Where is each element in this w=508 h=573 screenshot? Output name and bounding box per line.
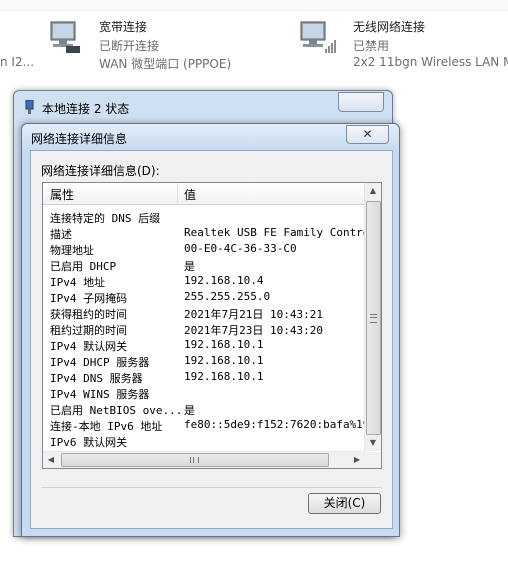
property-cell: 连接特定的 DNS 后缀: [50, 212, 161, 225]
connection-status: 已断开连接: [99, 39, 160, 53]
property-cell: IPv4 DNS 服务器: [50, 372, 143, 385]
value-cell: 2021年7月21日 10:43:21: [184, 308, 323, 321]
value-cell: 192.168.10.4: [184, 274, 264, 287]
column-header-value[interactable]: 值: [184, 186, 196, 203]
property-cell: IPv4 默认网关: [50, 340, 128, 353]
property-cell: IPv4 DHCP 服务器: [50, 356, 150, 369]
column-header-property[interactable]: 属性: [50, 186, 74, 203]
details-list[interactable]: 属性 值 连接特定的 DNS 后缀 描述 Realtek USB FE Family…: [42, 182, 382, 469]
value-cell: 是: [184, 260, 195, 273]
dialog-body: 网络连接详细信息(D): 属性 值 连接特定的 DNS 后缀 描述 Realtek …: [30, 150, 393, 529]
wireless-network-pc-icon: [300, 21, 336, 53]
close-button[interactable]: 关闭(C): [308, 493, 381, 514]
connection-device: 2x2 11bgn Wireless LAN M: [353, 55, 508, 69]
table-row[interactable]: IPv4 默认网关 192.168.10.1: [43, 337, 365, 353]
scrollbar-corner: [365, 452, 381, 468]
value-cell: 00-E0-4C-36-33-C0: [184, 242, 297, 255]
property-cell: 已启用 DHCP: [50, 260, 117, 273]
scroll-thumb[interactable]: [366, 201, 381, 435]
value-cell: fe80::5de9:f152:7620:bafa%19: [184, 418, 365, 431]
table-row[interactable]: 已启用 NetBIOS ove... 是: [43, 401, 365, 417]
dialog-title: 网络连接详细信息: [31, 132, 128, 146]
divider: [41, 487, 381, 488]
table-row[interactable]: 已启用 DHCP 是: [43, 257, 365, 273]
table-row[interactable]: IPv4 地址 192.168.10.4: [43, 273, 365, 289]
grip-icon: [370, 314, 377, 323]
details-list-label: 网络连接详细信息(D):: [41, 164, 160, 178]
title-bar: 网络连接详细信息: [22, 124, 399, 150]
table-row[interactable]: 连接-本地 IPv6 地址 fe80::5de9:f152:7620:bafa%1…: [43, 417, 365, 433]
value-cell: 是: [184, 404, 195, 417]
network-adapter-icon: [25, 100, 34, 114]
table-row[interactable]: 物理地址 00-E0-4C-36-33-C0: [43, 241, 365, 257]
close-icon[interactable]: ✕: [346, 125, 389, 144]
property-cell: IPv4 地址: [50, 276, 106, 289]
table-row[interactable]: IPv4 WINS 服务器: [43, 385, 365, 401]
connection-name: 宽带连接: [99, 20, 148, 34]
value-cell: 192.168.10.1: [184, 354, 264, 367]
scroll-down-arrow-icon[interactable]: ▼: [365, 435, 381, 451]
wired-network-pc-icon: [50, 21, 80, 53]
connection-status: 已禁用: [353, 39, 390, 53]
vertical-scrollbar[interactable]: ▲ ▼: [364, 183, 381, 451]
scroll-thumb[interactable]: [61, 453, 329, 467]
property-cell: IPv6 默认网关: [50, 436, 128, 449]
connection-device: WAN 微型端口 (PPPOE): [99, 57, 232, 71]
value-cell: 192.168.10.1: [184, 370, 264, 383]
property-cell: IPv4 WINS 服务器: [50, 388, 150, 401]
connection-wireless[interactable]: 无线网络连接 已禁用 2x2 11bgn Wireless LAN M: [298, 16, 508, 76]
property-cell: 物理地址: [50, 244, 94, 257]
value-cell: 255.255.255.0: [184, 290, 271, 303]
table-row[interactable]: 描述 Realtek USB FE Family Controll: [43, 225, 365, 241]
property-cell: 获得租约的时间: [50, 308, 127, 321]
grip-icon: [190, 457, 199, 463]
property-cell: 连接-本地 IPv6 地址: [50, 420, 163, 433]
property-cell: 租约过期的时间: [50, 324, 127, 337]
close-button[interactable]: [338, 92, 384, 112]
connection-name: 无线网络连接: [353, 20, 426, 34]
dialog-title: 本地连接 2 状态: [42, 102, 130, 116]
table-row[interactable]: 租约过期的时间 2021年7月23日 10:43:20: [43, 321, 365, 337]
scroll-left-arrow-icon[interactable]: ◀: [43, 452, 59, 468]
list-header: 属性 值: [43, 183, 365, 205]
scroll-right-arrow-icon[interactable]: ▶: [349, 452, 365, 468]
value-cell: Realtek USB FE Family Controll: [184, 226, 365, 239]
table-row[interactable]: IPv6 默认网关: [43, 433, 365, 449]
property-cell: 已启用 NetBIOS ove...: [50, 404, 180, 417]
column-divider[interactable]: [177, 183, 178, 204]
horizontal-scrollbar[interactable]: ◀ ▶: [43, 451, 365, 468]
table-row[interactable]: 获得租约的时间 2021年7月21日 10:43:21: [43, 305, 365, 321]
value-cell: 192.168.10.1: [184, 338, 264, 351]
table-row[interactable]: IPv4 DNS 服务器 192.168.10.1: [43, 369, 365, 385]
table-row[interactable]: 连接特定的 DNS 后缀: [43, 209, 365, 225]
property-cell: IPv4 子网掩码: [50, 292, 128, 305]
property-cell: 描述: [50, 228, 72, 241]
table-row[interactable]: IPv4 子网掩码 255.255.255.0: [43, 289, 365, 305]
network-details-dialog: 网络连接详细信息 ✕ 网络连接详细信息(D): 属性 值 连接特定的 DNS 后…: [21, 123, 400, 537]
background-window-top-edge: [0, 0, 508, 11]
partial-connection-label: n I2...: [0, 55, 35, 69]
value-cell: 2021年7月23日 10:43:20: [184, 324, 323, 337]
connection-broadband[interactable]: 宽带连接 已断开连接 WAN 微型端口 (PPPOE): [44, 16, 254, 76]
scroll-up-arrow-icon[interactable]: ▲: [365, 183, 381, 199]
table-row[interactable]: IPv4 DHCP 服务器 192.168.10.1: [43, 353, 365, 369]
